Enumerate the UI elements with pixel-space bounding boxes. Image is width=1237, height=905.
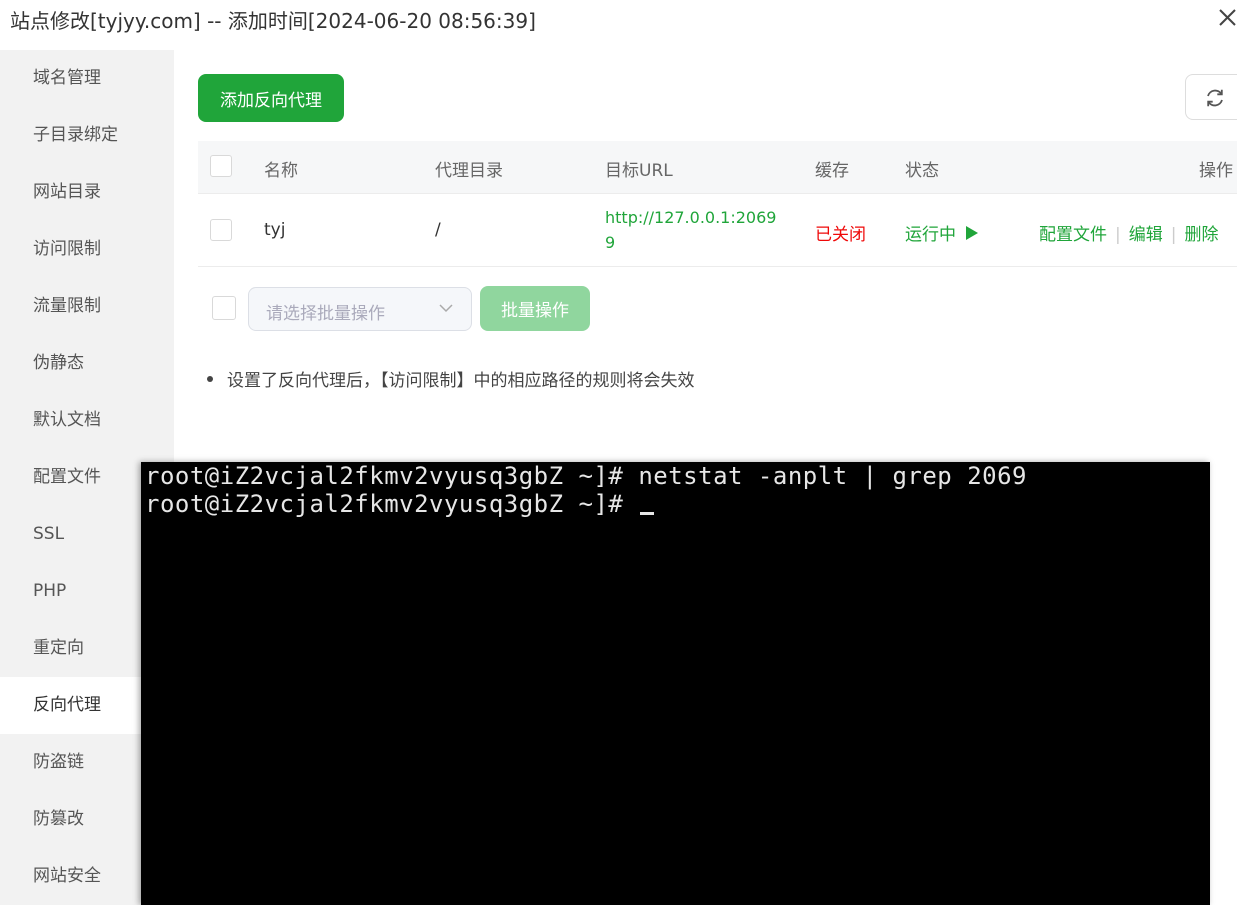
terminal-line: root@iZ2vcjal2fkmv2vyusq3gbZ ~]# netstat… bbox=[145, 462, 1028, 490]
window-titlebar: 站点修改[tyjyy.com] -- 添加时间[2024-06-20 08:56… bbox=[0, 0, 1237, 50]
sidebar-item-traffic-limit[interactable]: 流量限制 bbox=[0, 278, 174, 335]
refresh-button[interactable] bbox=[1185, 74, 1237, 120]
header-operations: 操作 bbox=[1199, 161, 1233, 181]
table-row: tyj / http://127.0.0.1:20699 已关闭 运行中 配置文… bbox=[198, 194, 1237, 267]
chevron-down-icon bbox=[439, 304, 453, 313]
row-run-status[interactable]: 运行中 bbox=[905, 220, 979, 245]
header-status: 状态 bbox=[905, 161, 939, 181]
row-checkbox[interactable] bbox=[210, 219, 232, 241]
batch-select-all-checkbox[interactable] bbox=[212, 296, 236, 320]
select-all-checkbox[interactable] bbox=[210, 155, 232, 177]
sidebar-item-subdir-binding[interactable]: 子目录绑定 bbox=[0, 107, 174, 164]
separator: | bbox=[1115, 225, 1121, 245]
terminal-line: root@iZ2vcjal2fkmv2vyusq3gbZ ~]# bbox=[145, 490, 639, 518]
row-operations: 配置文件 | 编辑 | 删除 bbox=[1039, 220, 1218, 245]
sidebar-item-access-limit[interactable]: 访问限制 bbox=[0, 221, 174, 278]
batch-operation-select[interactable]: 请选择批量操作 bbox=[248, 287, 472, 331]
row-cache-status[interactable]: 已关闭 bbox=[815, 220, 866, 245]
add-reverse-proxy-button[interactable]: 添加反向代理 bbox=[198, 74, 344, 122]
sidebar-item-domain[interactable]: 域名管理 bbox=[0, 50, 174, 107]
sidebar-item-default-doc[interactable]: 默认文档 bbox=[0, 392, 174, 449]
window-title: 站点修改[tyjyy.com] -- 添加时间[2024-06-20 08:56… bbox=[10, 9, 536, 33]
sidebar-item-site-directory[interactable]: 网站目录 bbox=[0, 164, 174, 221]
refresh-icon bbox=[1207, 89, 1223, 107]
terminal-window[interactable]: root@iZ2vcjal2fkmv2vyusq3gbZ ~]# netstat… bbox=[141, 462, 1210, 905]
separator: | bbox=[1170, 225, 1177, 245]
config-file-link[interactable]: 配置文件 bbox=[1039, 225, 1107, 245]
delete-link[interactable]: 删除 bbox=[1184, 225, 1218, 245]
batch-operation-button[interactable]: 批量操作 bbox=[480, 286, 590, 331]
terminal-prompt-line: root@iZ2vcjal2fkmv2vyusq3gbZ ~]# bbox=[145, 490, 655, 518]
row-run-status-label: 运行中 bbox=[905, 225, 956, 245]
play-icon bbox=[966, 226, 979, 240]
tip-text: 设置了反向代理后，【访问限制】中的相应路径的规则将会失效 bbox=[227, 371, 695, 391]
row-name: tyj bbox=[264, 220, 286, 240]
table-header: 名称 代理目录 目标URL 缓存 状态 操作 bbox=[198, 141, 1237, 194]
proxy-table: 名称 代理目录 目标URL 缓存 状态 操作 tyj / http://127.… bbox=[198, 141, 1237, 267]
bullet-icon bbox=[207, 376, 213, 382]
batch-operation-placeholder: 请选择批量操作 bbox=[266, 304, 385, 324]
terminal-cursor bbox=[640, 512, 655, 515]
header-target-url: 目标URL bbox=[605, 161, 673, 181]
tip-note: 设置了反向代理后，【访问限制】中的相应路径的规则将会失效 bbox=[207, 366, 695, 391]
sidebar-item-rewrite[interactable]: 伪静态 bbox=[0, 335, 174, 392]
edit-link[interactable]: 编辑 bbox=[1129, 225, 1163, 245]
row-proxy-dir: / bbox=[435, 220, 441, 240]
header-cache: 缓存 bbox=[815, 161, 849, 181]
row-target-url: http://127.0.0.1:20699 bbox=[605, 208, 777, 252]
header-proxy-dir: 代理目录 bbox=[435, 161, 503, 181]
close-icon[interactable] bbox=[1217, 6, 1237, 28]
header-name: 名称 bbox=[264, 161, 298, 181]
